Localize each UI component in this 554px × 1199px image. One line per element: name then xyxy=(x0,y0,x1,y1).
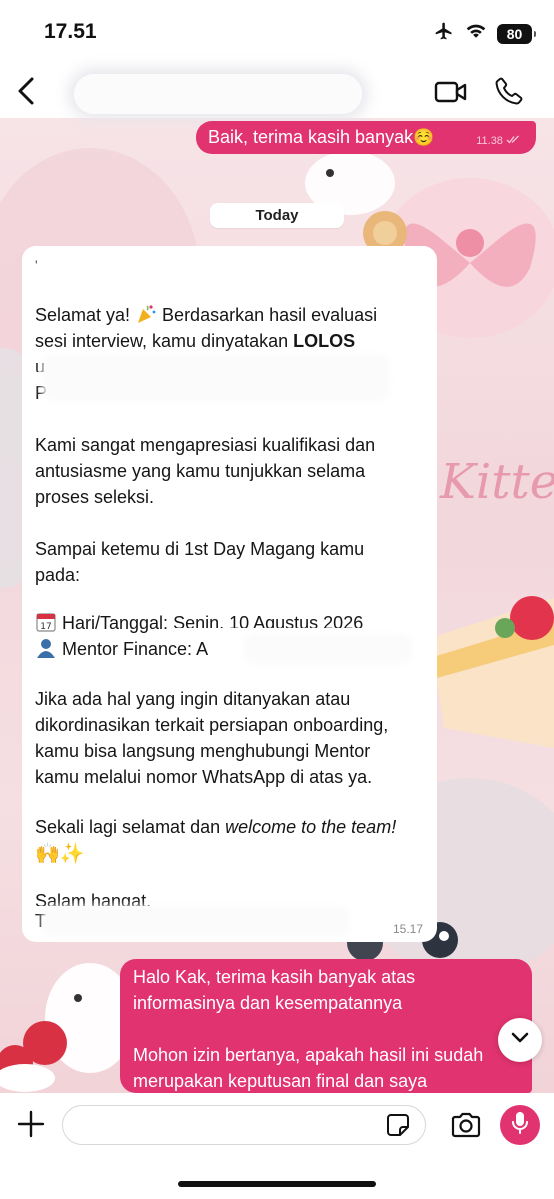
italic-text: welcome to the team! xyxy=(225,817,397,837)
message-meta: 11.38 xyxy=(476,135,520,147)
svg-text:Kitten: Kitten xyxy=(439,454,554,510)
redacted-greeting-fragment: ' xyxy=(35,257,38,273)
person-icon xyxy=(35,637,57,659)
message-line: Mentor Finance: A xyxy=(35,636,208,662)
message-line: kamu melalui nomor WhatsApp di atas ya. xyxy=(35,767,373,787)
message-line: kamu bisa langsung menghubungi Mentor xyxy=(35,741,371,761)
incoming-message-bubble[interactable]: ' Selamat ya! Berdasarkan hasil evaluasi… xyxy=(22,246,437,942)
message-line: T xyxy=(35,911,46,931)
read-ticks-icon xyxy=(506,135,520,147)
message-time: 15.17 xyxy=(392,922,423,936)
message-line: Selamat ya! Berdasarkan hasil evaluasi xyxy=(35,303,378,325)
message-line: Salam hangat, xyxy=(35,891,152,906)
airplane-icon xyxy=(433,21,455,46)
attach-button[interactable] xyxy=(16,1109,46,1144)
voice-call-button[interactable] xyxy=(494,76,524,111)
battery-icon: 80 xyxy=(497,23,536,44)
camera-button[interactable] xyxy=(450,1111,482,1144)
message-line: Sampai ketemu di 1st Day Magang kamu xyxy=(35,539,365,559)
status-icons: 80 xyxy=(433,21,536,46)
message-line: merupakan keputusan final dan saya xyxy=(133,1071,428,1091)
message-line: 17 Hari/Tanggal: Senin, 10 Agustus 2026 xyxy=(35,610,363,636)
phone-icon xyxy=(494,77,524,110)
date-link[interactable]: Senin, 10 Agustus 2026 xyxy=(173,610,363,628)
message-input[interactable] xyxy=(62,1105,426,1145)
message-line: Sekali lagi selamat dan welcome to the t… xyxy=(35,817,397,837)
calendar-icon: 17 xyxy=(35,611,57,633)
scroll-to-bottom-button[interactable] xyxy=(498,1018,542,1062)
wifi-icon xyxy=(465,22,487,45)
message-line: informasinya dan kesempatannya xyxy=(133,993,403,1013)
voice-message-button[interactable] xyxy=(500,1105,540,1145)
svg-text:17: 17 xyxy=(40,622,51,632)
redaction-overlay xyxy=(248,638,408,660)
message-line: dikordinasikan terkait persiapan onboard… xyxy=(35,715,389,735)
sticker-icon xyxy=(386,1114,410,1141)
message-text: Baik, terima kasih banyak☺️ xyxy=(208,127,435,148)
contact-name-redacted[interactable] xyxy=(74,74,362,114)
smiling-emoji: ☺️ xyxy=(413,128,435,148)
status-time: 17.51 xyxy=(44,20,97,43)
sticker-button[interactable] xyxy=(386,1113,410,1142)
chevron-down-icon xyxy=(510,1031,530,1050)
back-button[interactable] xyxy=(14,76,40,106)
message-line: pada: xyxy=(35,565,81,585)
status-bar: 17.51 80 xyxy=(0,0,554,62)
message-line: Jika ada hal yang ingin ditanyakan atau xyxy=(35,689,351,709)
redaction-overlay xyxy=(74,74,362,114)
party-popper-icon xyxy=(135,303,157,325)
message-line: Kami sangat mengapresiasi kualifikasi da… xyxy=(35,435,376,455)
redaction-overlay xyxy=(22,246,437,256)
chat-header xyxy=(0,62,554,118)
message-line: proses seleksi. xyxy=(35,487,155,507)
message-line: sesi interview, kamu dinyatakan LOLOS xyxy=(35,331,356,351)
back-chevron-icon xyxy=(14,77,40,110)
bold-text: LOLOS xyxy=(293,331,356,351)
message-line: Halo Kak, terima kasih banyak atas xyxy=(133,967,416,987)
redaction-overlay xyxy=(46,358,386,398)
message-time: 11.38 xyxy=(476,135,503,147)
message-input-bar xyxy=(0,1093,554,1199)
home-indicator xyxy=(178,1181,376,1187)
message-line: Mohon izin bertanya, apakah hasil ini su… xyxy=(133,1045,484,1065)
outgoing-message-bubble[interactable]: Halo Kak, terima kasih banyak atas infor… xyxy=(120,959,532,1093)
video-camera-icon xyxy=(434,81,468,108)
raising-hands-sparkles-emoji: 🙌✨ xyxy=(35,841,85,865)
camera-icon xyxy=(450,1112,482,1143)
video-call-button[interactable] xyxy=(434,80,468,109)
outgoing-message-bubble[interactable]: Baik, terima kasih banyak☺️ 11.38 xyxy=(196,121,536,154)
date-separator: Today xyxy=(210,203,344,228)
redaction-overlay xyxy=(46,910,346,932)
message-line: antusiasme yang kamu tunjukkan selama xyxy=(35,461,366,481)
plus-icon xyxy=(16,1110,46,1143)
microphone-icon xyxy=(511,1111,529,1140)
